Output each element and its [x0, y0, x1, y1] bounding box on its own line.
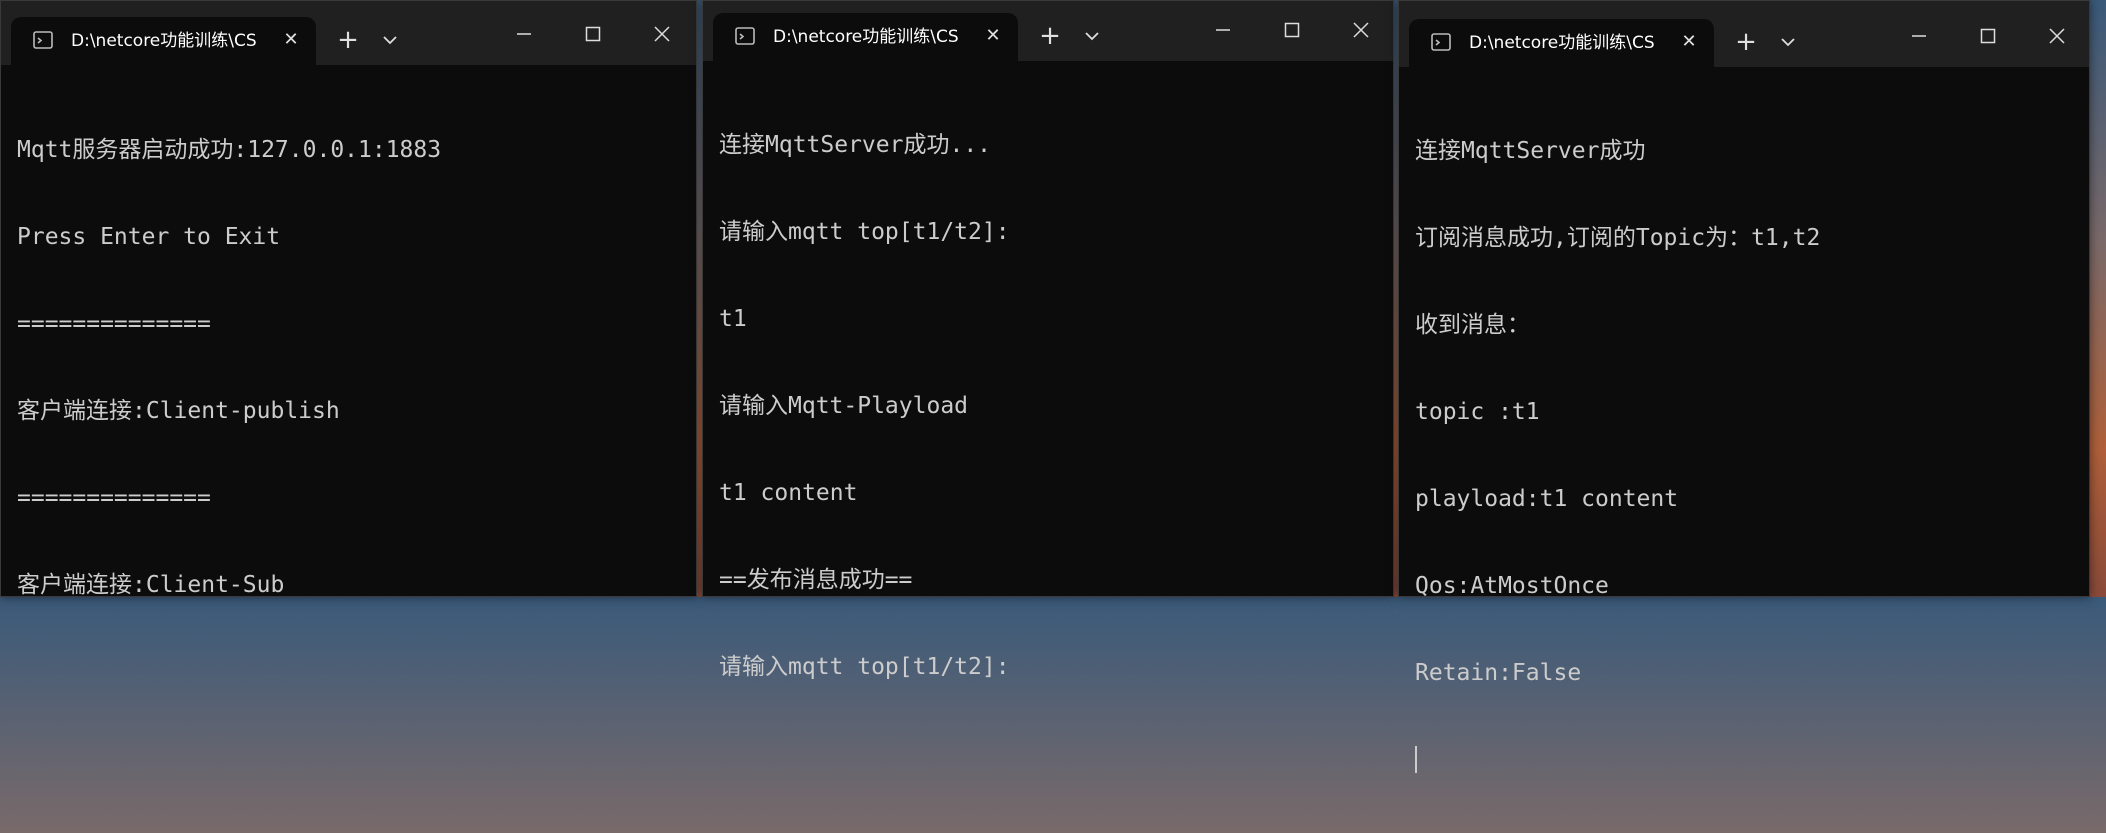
maximize-icon[interactable] [1965, 13, 2011, 59]
terminal-line: Retain:False [1415, 660, 1582, 686]
terminal-line: 请输入Mqtt-Playload [719, 393, 969, 419]
terminal-line: 客户端连接:Client-publish [17, 398, 340, 424]
terminal-window-server: D:\netcore功能训练\CS ✕ + Mqtt服务器启动成功:127.0.… [0, 0, 697, 598]
terminal-line: 请输入mqtt top[t1/t2]: [719, 654, 1010, 680]
terminal-window-subscriber: D:\netcore功能训练\CS ✕ + 连接MqttServer成功 订阅消… [1398, 0, 2090, 773]
chevron-down-icon[interactable] [371, 21, 409, 59]
chevron-down-icon[interactable] [1073, 17, 1111, 55]
close-icon[interactable]: ✕ [276, 25, 306, 55]
tab-title: D:\netcore功能训练\CS [1469, 33, 1655, 53]
maximize-icon[interactable] [570, 11, 616, 57]
minimize-icon[interactable] [1896, 13, 1942, 59]
terminal-icon [33, 30, 53, 50]
terminal-window-publisher: D:\netcore功能训练\CS ✕ + 连接MqttServer成功... … [702, 0, 1394, 680]
window-close-icon[interactable] [639, 11, 685, 57]
terminal-line: Mqtt服务器启动成功:127.0.0.1:1883 [17, 137, 442, 163]
terminal-icon [1431, 32, 1451, 52]
terminal-line: 连接MqttServer成功 [1415, 138, 1646, 164]
close-icon[interactable]: ✕ [1674, 27, 1704, 57]
window-close-icon[interactable] [2034, 13, 2080, 59]
terminal-output[interactable]: 连接MqttServer成功 订阅消息成功,订阅的Topic为：t1,t2 收到… [1415, 79, 2079, 833]
plus-icon[interactable]: + [329, 21, 367, 59]
terminal-line: playload:t1 content [1415, 486, 1679, 512]
plus-icon[interactable]: + [1727, 23, 1765, 61]
minimize-icon[interactable] [501, 11, 547, 57]
terminal-line: 连接MqttServer成功... [719, 132, 992, 158]
tab-title: D:\netcore功能训练\CS [773, 27, 959, 47]
tab-server[interactable]: D:\netcore功能训练\CS ✕ [11, 17, 316, 65]
terminal-icon [735, 26, 755, 46]
tab-subscriber[interactable]: D:\netcore功能训练\CS ✕ [1409, 19, 1714, 67]
terminal-line: 客户端连接:Client-Sub [17, 572, 285, 598]
terminal-line: t1 content [719, 480, 858, 506]
window-close-icon[interactable] [1338, 7, 1384, 53]
tab-title: D:\netcore功能训练\CS [71, 31, 257, 51]
chevron-down-icon[interactable] [1769, 23, 1807, 61]
title-bar[interactable]: D:\netcore功能训练\CS ✕ + [703, 1, 1393, 61]
title-bar[interactable]: D:\netcore功能训练\CS ✕ + [1, 1, 696, 65]
terminal-line: ==发布消息成功== [719, 567, 913, 593]
terminal-output[interactable]: 连接MqttServer成功... 请输入mqtt top[t1/t2]: t1… [719, 73, 1383, 740]
terminal-output[interactable]: Mqtt服务器启动成功:127.0.0.1:1883 Press Enter t… [17, 78, 686, 658]
minimize-icon[interactable] [1200, 7, 1246, 53]
terminal-line: ============== [17, 311, 211, 337]
terminal-line: Press Enter to Exit [17, 224, 281, 250]
terminal-line: ============== [17, 485, 211, 511]
terminal-line: t1 [719, 306, 747, 332]
maximize-icon[interactable] [1269, 7, 1315, 53]
plus-icon[interactable]: + [1031, 17, 1069, 55]
close-icon[interactable]: ✕ [978, 21, 1008, 51]
tab-publisher[interactable]: D:\netcore功能训练\CS ✕ [713, 13, 1018, 61]
terminal-line: 收到消息： [1415, 312, 1530, 338]
terminal-line: 请输入mqtt top[t1/t2]: [719, 219, 1010, 245]
text-cursor [1415, 746, 1417, 773]
terminal-line: topic :t1 [1415, 399, 1540, 425]
title-bar[interactable]: D:\netcore功能训练\CS ✕ + [1399, 1, 2089, 67]
terminal-line: 订阅消息成功,订阅的Topic为：t1,t2 [1415, 225, 1821, 251]
